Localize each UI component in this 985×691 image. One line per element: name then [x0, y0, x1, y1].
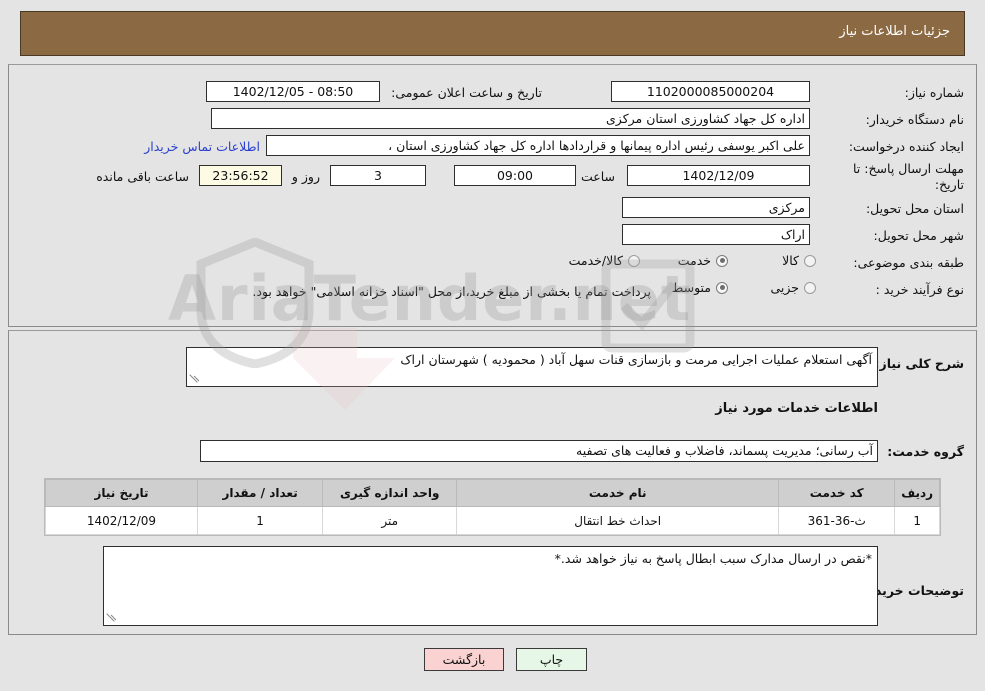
category-option-label: خدمت	[677, 253, 711, 268]
deadline-hour-label: ساعت	[580, 169, 615, 184]
table-row: 1 ث-36-361 احداث خط انتقال متر 1 1402/12/09	[45, 506, 940, 535]
table-cell: 1402/12/09	[45, 506, 198, 535]
category-label: طبقه بندی موضوعی:	[853, 255, 964, 270]
table-cell: 1	[894, 506, 940, 535]
remaining-days-label: روز و	[291, 169, 320, 184]
table-column-header: تعداد / مقدار	[196, 479, 324, 507]
deadline-label: مهلت ارسال پاسخ: تا تاریخ:	[853, 161, 964, 192]
category-option-1[interactable]: خدمت	[678, 253, 728, 268]
buyer-notes-textarea[interactable]: *نقص در ارسال مدارک سبب ابطال پاسخ به نی…	[103, 546, 878, 626]
need-info-panel: شماره نیاز: 1102000085000204 تاریخ و ساع…	[8, 64, 977, 327]
buyer-contact-link[interactable]: اطلاعات تماس خریدار	[144, 139, 260, 154]
table-column-header: ردیف	[894, 479, 940, 507]
category-option-label: کالا/خدمت	[568, 253, 623, 268]
service-group-value: آب رسانی؛ مدیریت پسماند، فاضلاب و فعالیت…	[200, 440, 878, 462]
announce-datetime-label: تاریخ و ساعت اعلان عمومی:	[391, 85, 542, 100]
province-label: استان محل تحویل:	[865, 201, 964, 216]
province-value: مرکزی	[622, 197, 810, 218]
radio-button-icon[interactable]	[628, 254, 640, 267]
city-value: اراک	[622, 224, 810, 245]
radio-button-icon[interactable]	[716, 254, 728, 267]
city-label: شهر محل تحویل:	[873, 228, 964, 243]
process-option-label: متوسط	[671, 280, 711, 295]
process-option-1[interactable]: متوسط	[672, 280, 728, 295]
process-label: نوع فرآیند خرید :	[875, 282, 964, 297]
buyer-notes-text: *نقص در ارسال مدارک سبب ابطال پاسخ به نی…	[554, 551, 872, 566]
table-cell: 1	[196, 506, 324, 535]
category-option-label: کالا	[782, 253, 799, 268]
radio-button-icon[interactable]	[804, 281, 816, 294]
category-radio-group[interactable]: کالا خدمت کالا/خدمت	[516, 253, 816, 273]
table-cell: متر	[322, 506, 458, 535]
need-summary-label: شرح کلی نیاز:	[874, 356, 964, 371]
process-option-0[interactable]: جزیی	[770, 280, 816, 295]
table-column-header: تاریخ نیاز	[45, 479, 198, 507]
category-option-2[interactable]: کالا/خدمت	[569, 253, 640, 268]
page-title: جزئیات اطلاعات نیاز	[839, 24, 950, 39]
resize-grip-icon[interactable]	[106, 612, 118, 624]
deadline-hour-value: 09:00	[454, 165, 576, 186]
radio-button-icon[interactable]	[716, 281, 728, 294]
table-cell: احداث خط انتقال	[456, 506, 780, 535]
table-column-header: کد خدمت	[778, 479, 896, 507]
back-button[interactable]: بازگشت	[424, 648, 504, 671]
services-section-title: اطلاعات خدمات مورد نیاز	[715, 401, 878, 416]
remaining-time-value: 23:56:52	[199, 165, 282, 186]
category-option-0[interactable]: کالا	[782, 253, 816, 268]
table-column-header: واحد اندازه گیری	[322, 479, 458, 507]
services-table-wrapper: ردیف کد خدمت نام خدمت واحد اندازه گیری تعداد…	[44, 478, 941, 536]
process-option-label: جزیی	[770, 280, 799, 295]
buyer-org-value: اداره کل جهاد کشاورزی استان مرکزی	[211, 108, 810, 129]
services-table: ردیف کد خدمت نام خدمت واحد اندازه گیری تعداد…	[45, 479, 940, 535]
deadline-date-value: 1402/12/09	[627, 165, 810, 186]
buyer-org-label: نام دستگاه خریدار:	[865, 112, 964, 127]
table-body: 1 ث-36-361 احداث خط انتقال متر 1 1402/12/09	[45, 506, 940, 535]
remaining-days-value: 3	[330, 165, 426, 186]
page-header: جزئیات اطلاعات نیاز	[20, 11, 965, 56]
need-summary-text: آگهی استعلام عملیات اجرایی مرمت و بازساز…	[400, 352, 872, 367]
remaining-time-label: ساعت باقی مانده	[96, 169, 189, 184]
resize-grip-icon[interactable]	[189, 373, 201, 385]
need-number-label: شماره نیاز:	[904, 85, 964, 100]
print-button[interactable]: چاپ	[516, 648, 587, 671]
announce-datetime-value: 08:50 - 1402/12/05	[206, 81, 380, 102]
table-header-row: ردیف کد خدمت نام خدمت واحد اندازه گیری تعداد…	[45, 479, 940, 507]
service-group-label: گروه خدمت:	[887, 444, 964, 459]
treasury-note: پرداخت تمام یا بخشی از مبلغ خرید،از محل …	[252, 284, 651, 299]
table-column-header: نام خدمت	[456, 479, 780, 507]
radio-button-icon[interactable]	[804, 254, 816, 267]
creator-value: علی اکبر یوسفی رئیس اداره پیمانها و قرار…	[266, 135, 810, 156]
need-number-value: 1102000085000204	[611, 81, 810, 102]
page-root: جزئیات اطلاعات نیاز شماره نیاز: 11020000…	[0, 0, 985, 691]
creator-label: ایجاد کننده درخواست:	[848, 139, 964, 154]
need-summary-textarea[interactable]: آگهی استعلام عملیات اجرایی مرمت و بازساز…	[186, 347, 878, 387]
table-cell: ث-36-361	[778, 506, 896, 535]
